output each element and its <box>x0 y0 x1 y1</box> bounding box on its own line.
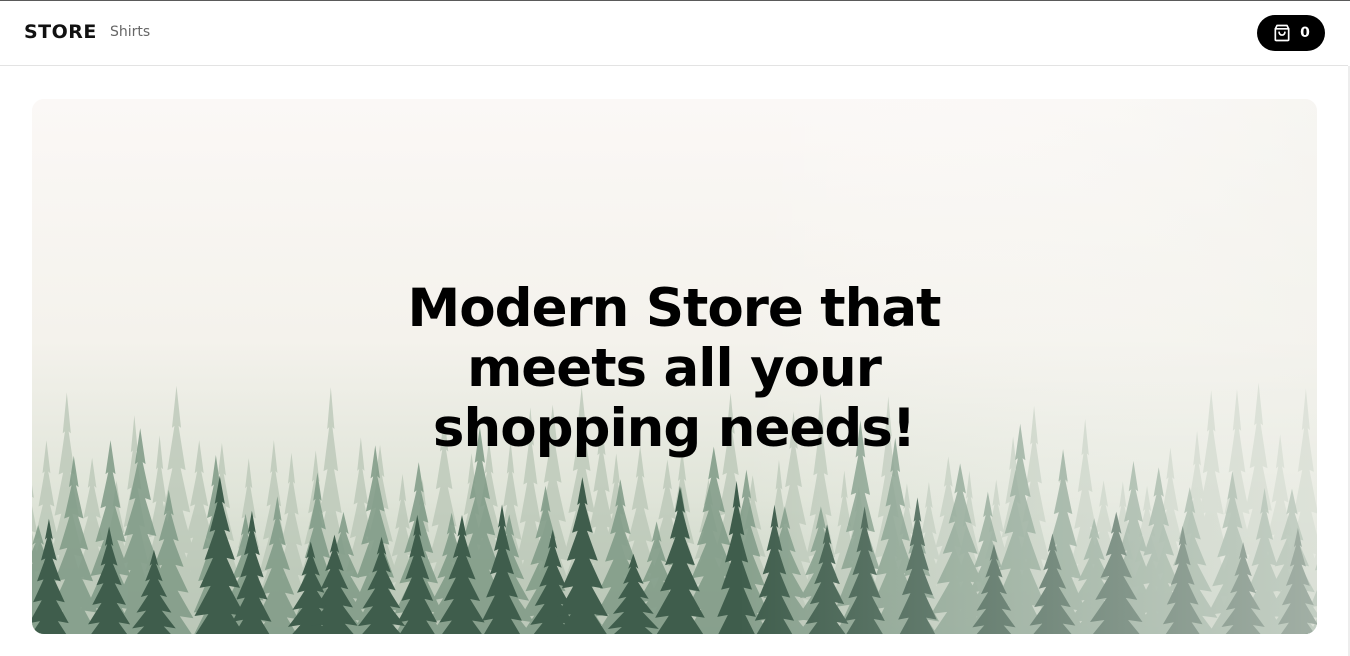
hero-banner: Modern Store that meets all your shoppin… <box>32 99 1317 634</box>
brand-logo[interactable]: STORE <box>24 21 97 43</box>
navbar: STORE Shirts 0 <box>0 1 1348 66</box>
shopping-bag-icon <box>1274 24 1290 42</box>
nav-link-shirts[interactable]: Shirts <box>110 24 150 40</box>
hero-title: Modern Store that meets all your shoppin… <box>407 278 942 459</box>
cart-button[interactable]: 0 <box>1257 15 1325 51</box>
cart-count: 0 <box>1300 25 1310 41</box>
